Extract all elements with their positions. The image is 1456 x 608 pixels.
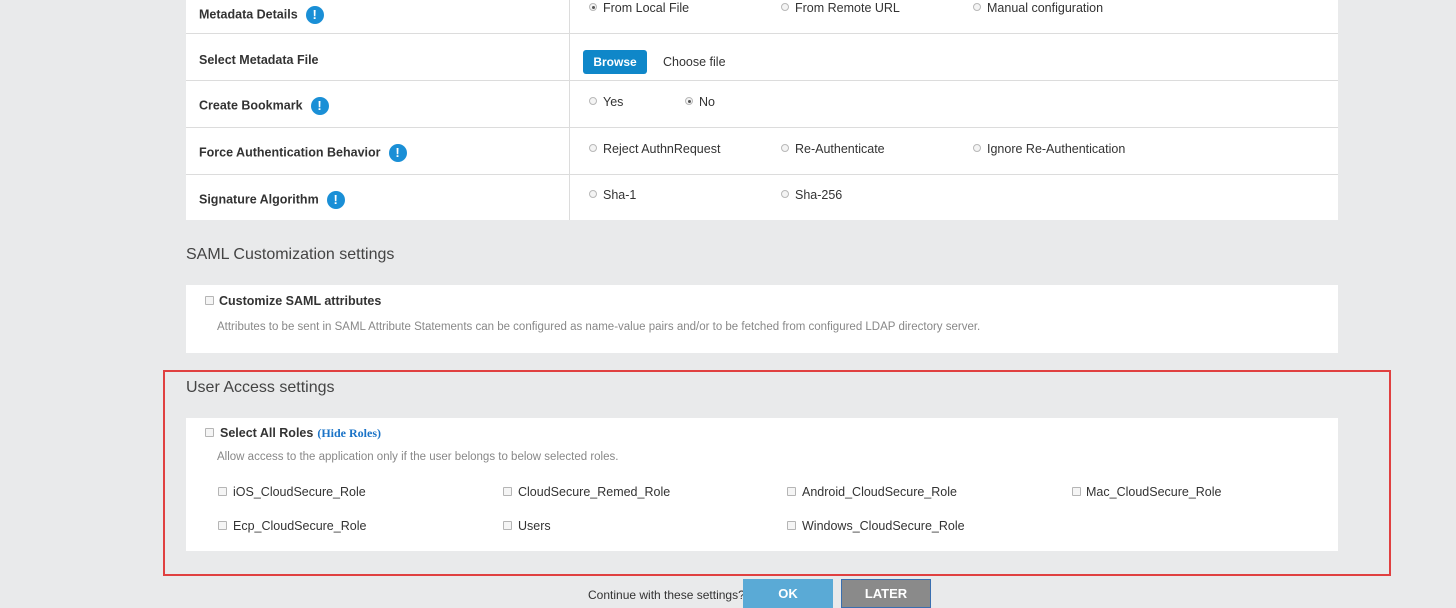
customize-saml-label[interactable]: Customize SAML attributes: [219, 294, 381, 308]
select-metadata-file-label: Select Metadata File: [199, 53, 319, 67]
row-create-bookmark: Create Bookmark! Yes No: [186, 81, 1338, 128]
radio-from-remote-url[interactable]: [781, 3, 789, 11]
later-button[interactable]: LATER: [841, 579, 931, 608]
signature-algorithm-label: Signature Algorithm!: [199, 191, 345, 209]
option-sha-256[interactable]: Sha-256: [795, 188, 842, 202]
radio-bookmark-yes[interactable]: [589, 97, 597, 105]
saml-attributes-description: Attributes to be sent in SAML Attribute …: [217, 321, 981, 333]
create-bookmark-label: Create Bookmark!: [199, 97, 329, 115]
continue-prompt: Continue with these settings?: [588, 588, 745, 602]
saml-config-table: Metadata Details! From Local File From R…: [186, 0, 1338, 220]
row-signature-algorithm: Signature Algorithm! Sha-1 Sha-256: [186, 175, 1338, 220]
info-icon[interactable]: !: [305, 6, 324, 24]
radio-sha-1[interactable]: [589, 190, 597, 198]
option-from-local-file[interactable]: From Local File: [603, 1, 689, 15]
radio-reject-authnrequest[interactable]: [589, 144, 597, 152]
radio-from-local-file[interactable]: [589, 3, 597, 11]
radio-bookmark-no[interactable]: [685, 97, 693, 105]
option-bookmark-no[interactable]: No: [699, 95, 715, 109]
radio-re-authenticate[interactable]: [781, 144, 789, 152]
info-icon[interactable]: !: [310, 97, 329, 115]
radio-ignore-re-authentication[interactable]: [973, 144, 981, 152]
metadata-details-label: Metadata Details!: [199, 6, 324, 24]
option-sha-1[interactable]: Sha-1: [603, 188, 636, 202]
radio-manual-configuration[interactable]: [973, 3, 981, 11]
option-from-remote-url[interactable]: From Remote URL: [795, 1, 900, 15]
radio-sha-256[interactable]: [781, 190, 789, 198]
info-icon[interactable]: !: [388, 144, 407, 162]
row-force-authentication: Force Authentication Behavior! Reject Au…: [186, 128, 1338, 175]
browse-button[interactable]: Browse: [583, 50, 647, 74]
saml-customization-panel: Customize SAML attributes Attributes to …: [186, 285, 1338, 353]
option-bookmark-yes[interactable]: Yes: [603, 95, 623, 109]
highlight-box: [163, 370, 1391, 576]
choose-file-text: Choose file: [663, 55, 726, 69]
info-icon[interactable]: !: [326, 191, 345, 209]
force-auth-label: Force Authentication Behavior!: [199, 144, 407, 162]
option-reject-authnrequest[interactable]: Reject AuthnRequest: [603, 142, 720, 156]
ok-button[interactable]: OK: [743, 579, 833, 608]
saml-customization-title: SAML Customization settings: [186, 246, 395, 263]
customize-saml-checkbox[interactable]: [205, 296, 214, 305]
option-manual-configuration[interactable]: Manual configuration: [987, 1, 1103, 15]
option-ignore-re-authentication[interactable]: Ignore Re-Authentication: [987, 142, 1125, 156]
row-select-metadata-file: Select Metadata File: [186, 34, 1338, 81]
row-metadata-details: Metadata Details! From Local File From R…: [186, 0, 1338, 34]
option-re-authenticate[interactable]: Re-Authenticate: [795, 142, 885, 156]
